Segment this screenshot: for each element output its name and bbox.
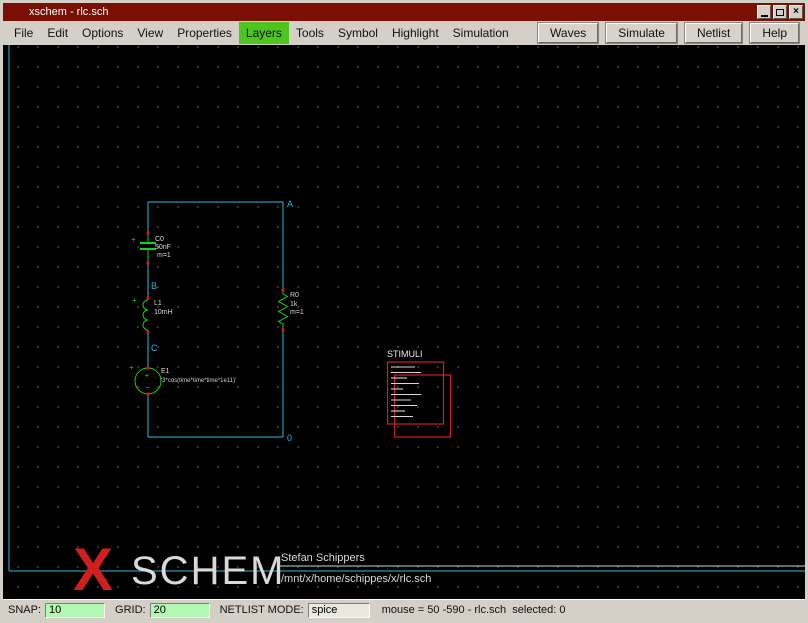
maximize-button[interactable]: [773, 5, 787, 19]
toolbar-buttons: Waves Simulate Netlist Help: [538, 23, 801, 43]
menu-properties[interactable]: Properties: [170, 22, 239, 44]
menu-file[interactable]: File: [7, 22, 40, 44]
inductor-pin-bottom: [147, 331, 150, 334]
waves-button[interactable]: Waves: [538, 23, 598, 43]
statusbar: SNAP: GRID: NETLIST MODE: mouse = 50 -59…: [3, 599, 805, 620]
resistor-value: 1k: [290, 301, 298, 308]
capacitor-symbol[interactable]: + C0 50nF m=1: [131, 232, 171, 265]
minimize-icon: [761, 15, 768, 17]
netlist-mode-label: NETLIST MODE:: [220, 604, 304, 616]
xschem-window: xschem - rlc.sch × File Edit Options Vie…: [0, 0, 808, 623]
capacitor-mult: m=1: [157, 252, 171, 259]
node-label-a[interactable]: A: [287, 199, 293, 209]
source-pin-bottom: [147, 393, 150, 396]
menu-tools[interactable]: Tools: [289, 22, 331, 44]
simulate-button[interactable]: Simulate: [606, 23, 677, 43]
stimuli-label: STIMULI: [387, 349, 423, 359]
menu-view[interactable]: View: [130, 22, 170, 44]
resistor-pin-bottom: [282, 329, 285, 332]
voltage-source-symbol[interactable]: + − + E1 '3*cos(time*time*time*1e11)': [129, 363, 236, 396]
snap-input[interactable]: [45, 603, 105, 618]
source-internal-minus: −: [145, 383, 150, 392]
node-label-0[interactable]: 0: [287, 433, 292, 443]
capacitor-plus-mark: +: [131, 235, 136, 244]
titlebar[interactable]: xschem - rlc.sch ×: [3, 3, 805, 21]
help-button[interactable]: Help: [750, 23, 799, 43]
author-text: Stefan Schippers: [281, 552, 365, 564]
menu-edit[interactable]: Edit: [40, 22, 75, 44]
source-pin-top: [147, 367, 150, 370]
source-plus-mark: +: [129, 363, 134, 372]
resistor-symbol[interactable]: R0 1k m=1: [279, 289, 304, 332]
close-button[interactable]: ×: [789, 5, 803, 19]
netlist-mode-input[interactable]: [308, 603, 370, 618]
menubar: File Edit Options View Properties Layers…: [3, 21, 805, 45]
close-icon: ×: [793, 7, 799, 17]
window-controls: ×: [757, 5, 803, 19]
menu-options[interactable]: Options: [75, 22, 130, 44]
inductor-plus-mark: +: [132, 296, 137, 305]
source-internal-plus: +: [145, 371, 150, 380]
menu-symbol[interactable]: Symbol: [331, 22, 385, 44]
menu-layers[interactable]: Layers: [239, 22, 289, 44]
xschem-logo-text: SCHEM: [131, 549, 285, 593]
wires[interactable]: [148, 202, 283, 437]
file-path-text: /mnt/x/home/schippes/x/rlc.sch: [281, 573, 431, 585]
mouse-status-text: mouse = 50 -590 - rlc.sch selected: 0: [382, 604, 566, 616]
capacitor-ref: C0: [155, 236, 164, 243]
snap-label: SNAP:: [8, 604, 41, 616]
stimuli-symbol[interactable]: STIMULI: [387, 349, 451, 437]
resistor-pin-top: [282, 289, 285, 292]
title-block: X SCHEM Stefan Schippers /mnt/x/home/sch…: [73, 536, 431, 599]
stimuli-box-outline: [388, 362, 444, 424]
capacitor-pin-top: [147, 232, 150, 235]
node-label-c[interactable]: C: [151, 343, 158, 353]
inductor-ref: L1: [154, 300, 162, 307]
sheet-frame: [9, 45, 805, 571]
menu-highlight[interactable]: Highlight: [385, 22, 446, 44]
resistor-ref: R0: [290, 292, 299, 299]
capacitor-pin-bottom: [147, 262, 150, 265]
inductor-pin-top: [147, 297, 150, 300]
source-value: '3*cos(time*time*time*1e11)': [161, 378, 236, 384]
menu-simulation[interactable]: Simulation: [446, 22, 516, 44]
capacitor-value: 50nF: [155, 244, 171, 251]
maximize-icon: [776, 9, 784, 16]
xschem-logo-x: X: [73, 536, 113, 599]
minimize-button[interactable]: [757, 5, 771, 19]
grid-input[interactable]: [150, 603, 210, 618]
schematic-canvas[interactable]: A B C 0 + C0 50nF m=1 +: [3, 45, 805, 599]
resistor-mult: m=1: [290, 309, 304, 316]
inductor-symbol[interactable]: + L1 10mH: [132, 296, 173, 334]
grid-label: GRID:: [115, 604, 146, 616]
source-ref: E1: [161, 368, 170, 375]
node-label-b[interactable]: B: [151, 281, 157, 291]
schematic-drawing: A B C 0 + C0 50nF m=1 +: [3, 45, 805, 599]
inductor-value: 10mH: [154, 309, 173, 316]
window-title: xschem - rlc.sch: [29, 6, 108, 18]
netlist-button[interactable]: Netlist: [685, 23, 742, 43]
